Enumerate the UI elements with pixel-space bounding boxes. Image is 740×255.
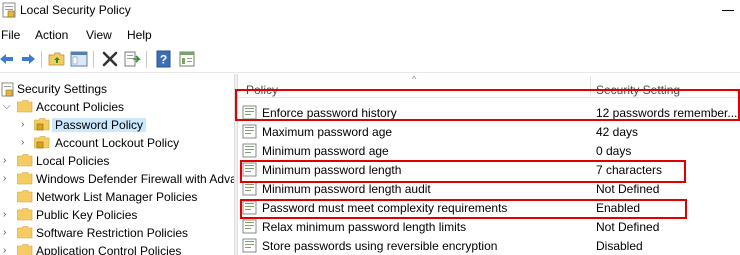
policy-name: Store passwords using reversible encrypt… [262,239,498,253]
svg-text:?: ? [160,53,167,67]
policy-setting: 7 characters [596,163,663,177]
back-arrow-icon[interactable] [0,50,16,68]
expand-chevron-icon[interactable]: › [3,209,13,221]
folder-icon [17,226,33,239]
collapse-chevron-icon[interactable]: ⌵ [3,101,13,113]
policy-row[interactable]: Maximum password age 42 days [238,122,740,141]
expand-chevron-icon[interactable]: › [21,137,31,149]
tree-item-application-control-policies[interactable]: › Application Control Policies [0,242,234,255]
policy-row[interactable]: Enforce password history 12 passwords re… [238,103,740,122]
policy-list: ^ Policy Security Setting Enforce passwo… [238,74,740,255]
menu-bar: File Action View Help [0,25,740,45]
properties-icon[interactable] [178,50,196,68]
folder-open-icon [17,100,33,113]
menu-help[interactable]: Help [127,28,152,42]
folder-icon [17,154,33,167]
folder-icon [17,172,33,185]
column-header-row: ^ Policy Security Setting [238,74,740,98]
tree-item-label: Local Policies [36,154,110,168]
policy-setting: Not Defined [596,220,660,234]
tree-item-label: Network List Manager Policies [36,190,198,204]
toolbar: ? [0,47,740,73]
policy-setting-icon [242,219,257,234]
tree-item-label: Password Policy [52,118,147,132]
policy-setting-icon [242,200,257,215]
folder-lock-icon [34,136,50,149]
folder-icon [17,190,33,203]
console-tree: Security Settings ⌵ Account Policies › P… [0,74,234,255]
sort-up-icon: ^ [412,74,417,84]
column-header-security-setting[interactable]: Security Setting [596,83,680,97]
tree-item-account-lockout-policy[interactable]: › Account Lockout Policy [0,134,234,152]
policy-name: Maximum password age [262,125,393,139]
policy-setting-icon [242,105,257,120]
tree-item-label: Application Control Policies [36,244,182,255]
menu-view[interactable]: View [86,28,112,42]
folder-lock-icon [34,118,50,131]
expand-chevron-icon[interactable]: › [3,173,13,185]
tree-item-windows-defender-firewall[interactable]: › Windows Defender Firewall with Adva [0,170,234,188]
policy-row[interactable]: Password must meet complexity requiremen… [238,198,740,217]
policy-setting-icon [242,238,257,253]
help-icon[interactable]: ? [155,50,173,68]
policy-row[interactable]: Store passwords using reversible encrypt… [238,236,740,255]
security-policy-app-icon [2,2,16,18]
menu-file[interactable]: File [1,28,20,42]
title-bar: Local Security Policy [0,0,740,22]
expand-chevron-icon[interactable]: › [3,155,13,167]
tree-item-security-settings[interactable]: Security Settings [0,80,234,98]
policy-setting-icon [242,181,257,196]
tree-item-label: Security Settings [17,82,108,96]
policy-name: Minimum password age [262,144,389,158]
policy-row[interactable]: Minimum password age 0 days [238,141,740,160]
forward-arrow-icon[interactable] [19,50,37,68]
policy-setting-icon [242,124,257,139]
export-list-icon[interactable] [123,50,141,68]
policy-setting: 12 passwords remember... [596,106,738,120]
folder-icon [17,208,33,221]
expand-chevron-icon[interactable]: › [3,245,13,255]
folder-icon [17,244,33,255]
tree-item-local-policies[interactable]: › Local Policies [0,152,234,170]
tree-item-label: Windows Defender Firewall with Adva [36,172,234,186]
delete-icon[interactable] [101,50,119,68]
policy-row[interactable]: Relax minimum password length limits Not… [238,217,740,236]
policy-setting: Enabled [596,201,641,215]
toolbar-separator [93,51,94,68]
expand-chevron-icon[interactable]: › [3,227,13,239]
policy-setting: Disabled [596,239,643,253]
column-header-policy[interactable]: Policy [246,83,278,97]
policy-setting-icon [242,143,257,158]
tree-item-account-policies[interactable]: ⌵ Account Policies [0,98,234,116]
policy-row[interactable]: Minimum password length audit Not Define… [238,179,740,198]
tree-item-software-restriction-policies[interactable]: › Software Restriction Policies [0,224,234,242]
policy-name: Enforce password history [262,106,397,120]
minimize-button[interactable] [722,10,734,11]
tree-item-label: Public Key Policies [36,208,138,222]
toolbar-separator [41,51,42,68]
tree-item-label: Account Lockout Policy [55,136,180,150]
policy-setting: 0 days [596,144,632,158]
policy-name: Relax minimum password length limits [262,220,467,234]
up-folder-icon[interactable] [48,50,66,68]
tree-item-password-policy[interactable]: › Password Policy [0,116,234,134]
tree-item-network-list-manager-policies[interactable]: Network List Manager Policies [0,188,234,206]
toolbar-separator [146,51,147,68]
security-settings-icon [1,82,14,97]
expand-chevron-icon[interactable]: › [21,119,31,131]
policy-setting-icon [242,162,257,177]
column-divider[interactable] [590,76,591,96]
window-title: Local Security Policy [20,3,131,17]
tree-item-public-key-policies[interactable]: › Public Key Policies [0,206,234,224]
policy-setting: 42 days [596,125,639,139]
show-hide-tree-icon[interactable] [70,50,88,68]
policy-row[interactable]: Minimum password length 7 characters [238,160,740,179]
tree-item-label: Account Policies [36,100,125,114]
tree-item-label: Software Restriction Policies [36,226,189,240]
policy-name: Minimum password length [262,163,402,177]
policy-name: Password must meet complexity requiremen… [262,201,508,215]
policy-setting: Not Defined [596,182,660,196]
policy-name: Minimum password length audit [262,182,431,196]
menu-action[interactable]: Action [35,28,68,42]
